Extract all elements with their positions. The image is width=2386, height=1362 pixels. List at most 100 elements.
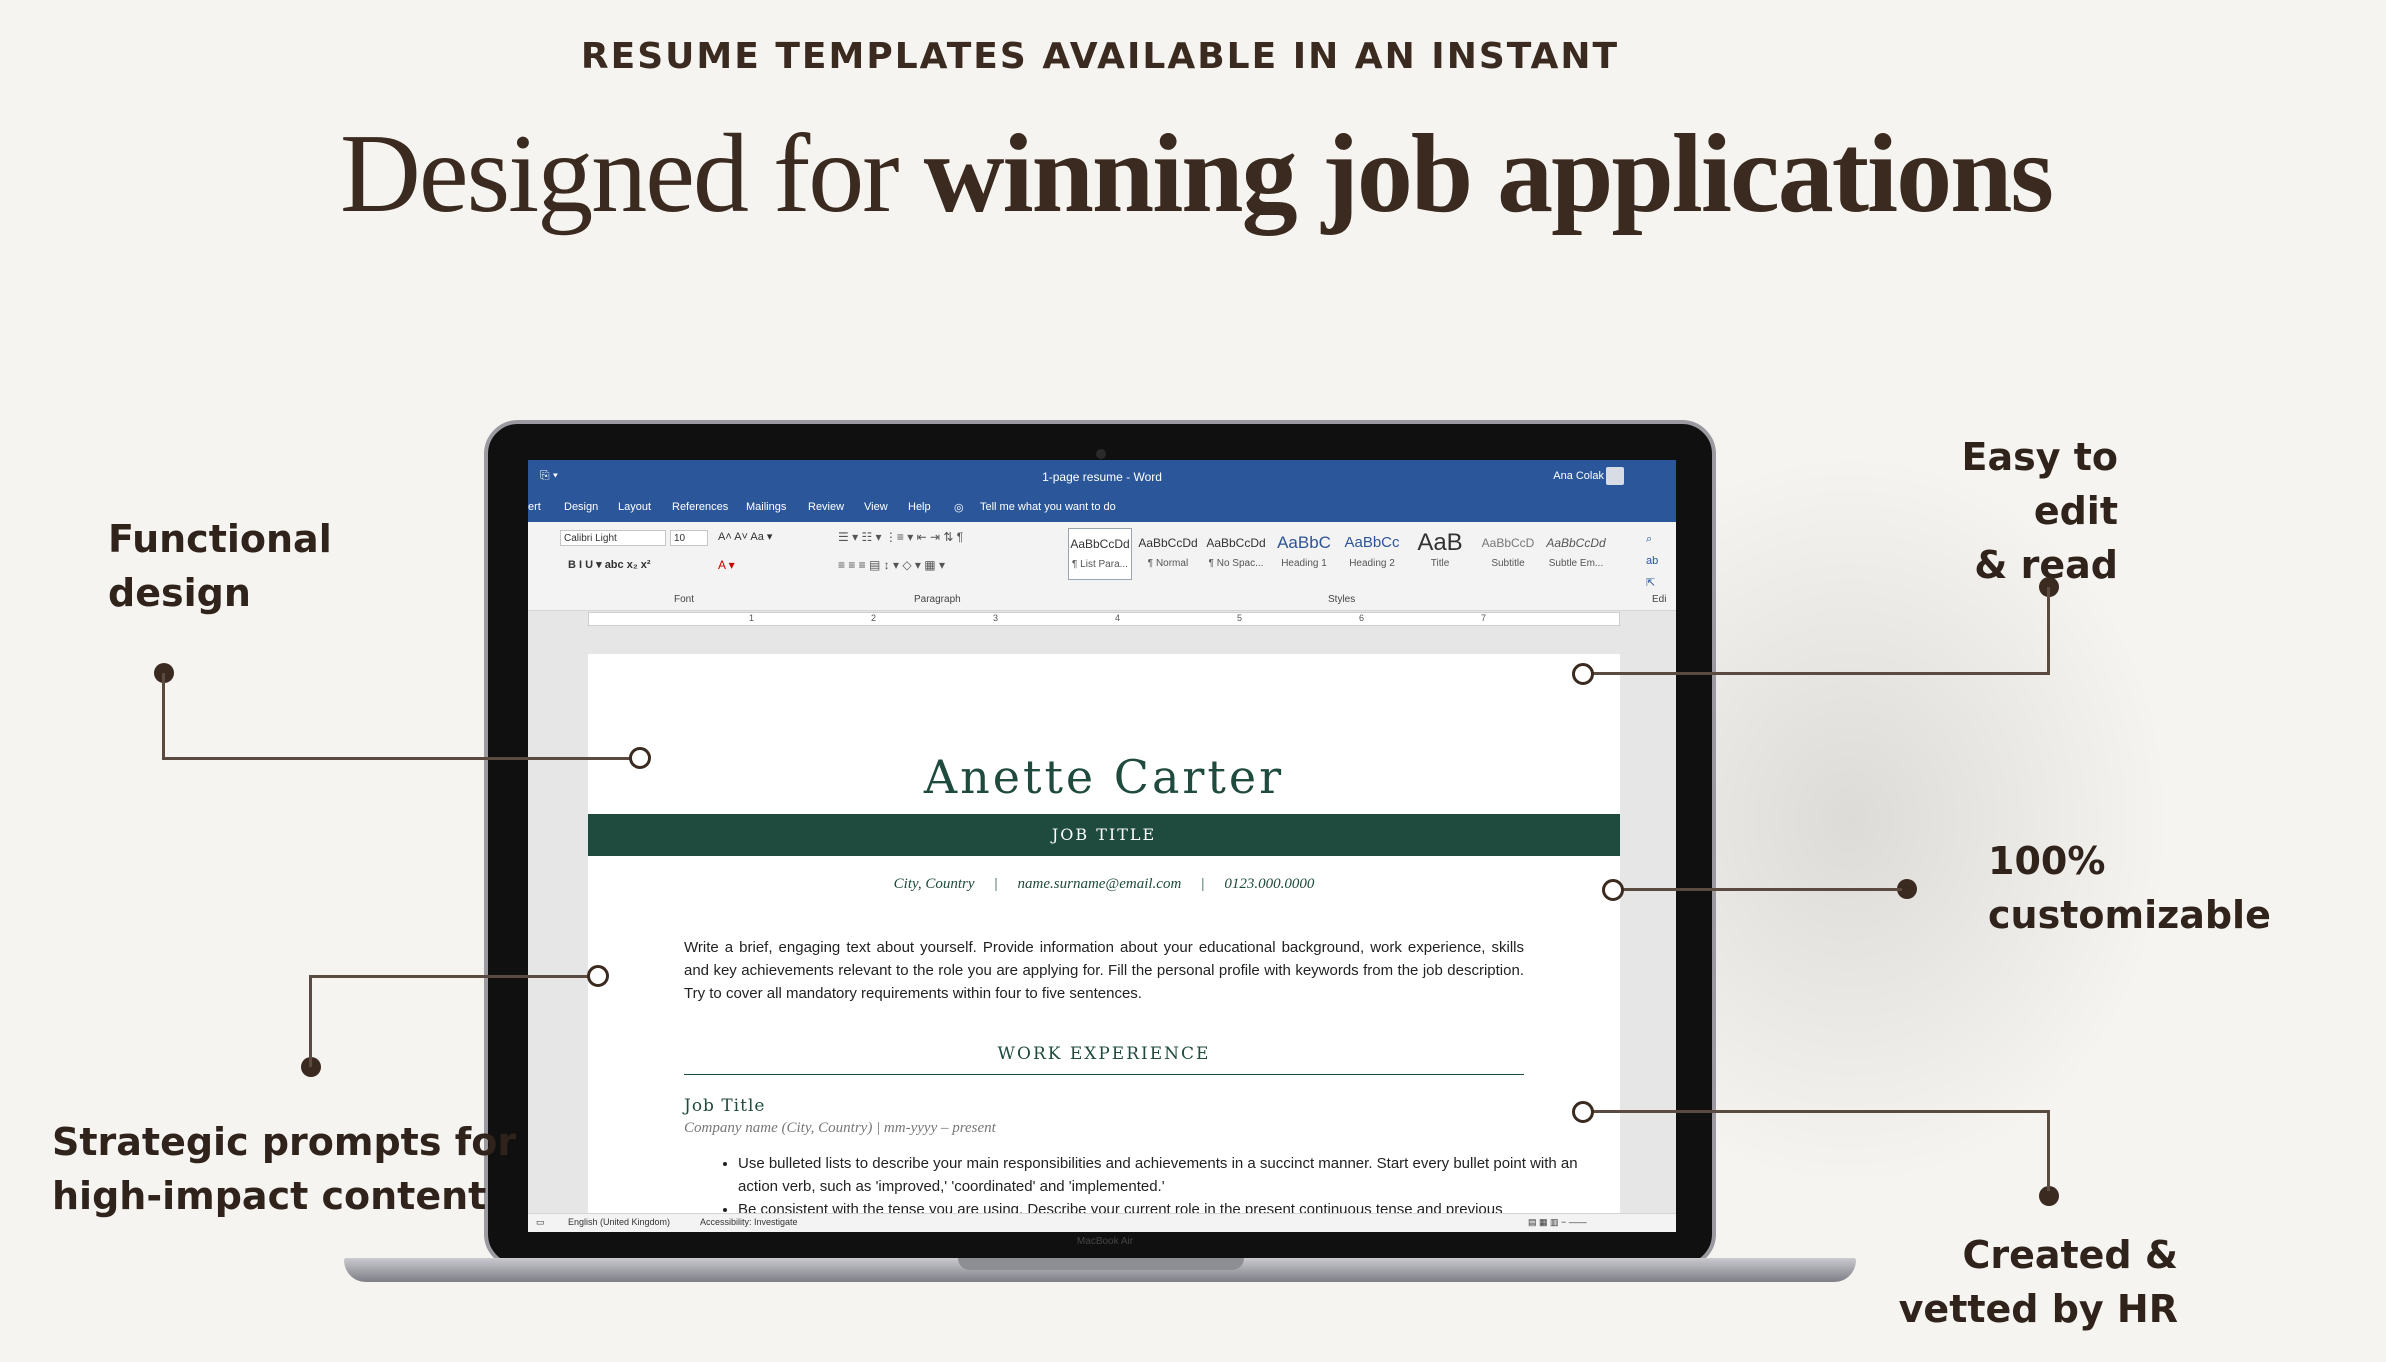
headline-bold: winning job applications [923,112,2054,236]
callout-line: Created & [1962,1233,2178,1277]
connector-line [2047,587,2050,673]
callout-customizable: 100% customizable [1988,834,2271,942]
style-sample: AaBbCcD [1481,536,1535,550]
ruler[interactable]: 1234567 [588,612,1620,626]
style-sample: AaBbC [1277,533,1331,552]
style-sample: AaBbCcDd [1070,537,1130,551]
tab-insert[interactable]: ert [528,501,541,513]
callout-line: & read [1974,543,2118,587]
style-subtle-emphasis[interactable]: AaBbCcDd Subtle Em... [1544,528,1608,580]
style-sample: AaBbCcDd [1206,536,1266,550]
style-name: Subtitle [1491,558,1525,569]
page-icon[interactable]: ▭ [536,1217,545,1228]
group-paragraph-label: Paragraph [914,594,961,605]
tab-design[interactable]: Design [564,501,598,513]
callout-line: high-impact content [52,1174,487,1218]
style-sample: AaBbCcDd [1546,536,1606,550]
callout-strategic-prompts: Strategic prompts for high-impact content [52,1115,516,1223]
callout-line: Functional [108,517,332,561]
list-item[interactable]: Use bulleted lists to describe your main… [738,1152,1578,1198]
list-buttons-icon[interactable]: ☰ ▾ ☷ ▾ ⋮≡ ▾ ⇤ ⇥ ⇅ ¶ [838,530,963,544]
style-title[interactable]: AaB Title [1408,528,1472,580]
style-sample: AaBbCcDd [1138,536,1198,550]
tab-review[interactable]: Review [808,501,844,513]
laptop-label: MacBook Air [1076,1236,1134,1247]
ribbon-tabs: ert Design Layout References Mailings Re… [528,494,1676,522]
style-name: Heading 2 [1349,558,1395,569]
style-sample: AaB [1417,529,1463,556]
job-title-band[interactable]: JOB TITLE [588,814,1620,856]
style-name: Title [1430,558,1450,569]
avatar[interactable] [1606,467,1624,485]
ribbon: Calibri Light 10 A˄ A˅ Aa ▾ B I U ▾ abc … [528,522,1676,611]
style-list-paragraph[interactable]: AaBbCcDd ¶ List Para... [1068,528,1132,580]
callout-easy-to-edit: Easy to edit & read [1890,430,2119,592]
entry-bullets[interactable]: Use bulleted lists to describe your main… [684,1152,1578,1221]
window-title: 1-page resume - Word [1042,470,1162,484]
callout-line: customizable [1988,893,2271,937]
style-subtitle[interactable]: AaBbCcD Subtitle [1476,528,1540,580]
connector-ring [1572,663,1594,685]
format-buttons-icon[interactable]: B I U ▾ abc x₂ x² [568,558,651,571]
style-name: Subtle Em... [1548,558,1604,569]
tab-references[interactable]: References [672,501,728,513]
group-edit-label: Edi [1652,594,1667,605]
headline: Designed for winning job applications [340,110,2054,239]
callout-line: vetted by HR [1898,1287,2178,1331]
connector-line [1582,672,2050,675]
view-mode-icon[interactable]: ▤ ▦ ▥ − —— [1528,1217,1587,1228]
tab-view[interactable]: View [864,501,888,513]
connector-ring [587,965,609,987]
style-normal[interactable]: AaBbCcDd ¶ Normal [1136,528,1200,580]
align-buttons-icon[interactable]: ≡ ≡ ≡ ▤ ↕ ▾ ◇ ▾ ▦ ▾ [838,558,945,572]
style-heading-2[interactable]: AaBbCc Heading 2 [1340,528,1404,580]
callout-line: design [108,571,251,615]
headline-regular: Designed for [340,112,924,236]
status-language[interactable]: English (United Kingdom) [568,1217,670,1227]
connector-line [309,976,312,1067]
style-heading-1[interactable]: AaBbC Heading 1 [1272,528,1336,580]
find-icon[interactable]: ⌕ ab ⇱ [1646,528,1658,594]
callout-line: Easy to edit [1961,435,2119,533]
section-heading[interactable]: WORK EXPERIENCE [684,1044,1524,1075]
style-name: Heading 1 [1281,558,1327,569]
kicker-text: RESUME TEMPLATES AVAILABLE IN AN INSTANT [580,36,1620,77]
tell-me-search[interactable]: Tell me what you want to do [980,501,1116,513]
camera-icon [1096,449,1106,459]
callout-line: 100% [1988,839,2106,883]
tab-mailings[interactable]: Mailings [746,501,786,513]
font-name-select[interactable]: Calibri Light [560,530,666,546]
callout-line: Strategic prompts for [52,1120,517,1164]
user-name[interactable]: Ana Colak [1553,470,1604,482]
tab-help[interactable]: Help [908,501,931,513]
title-bar: ⎘ ▾ 1-page resume - Word Ana Colak [528,460,1676,494]
resume-name[interactable]: Anette Carter [588,750,1620,804]
contact-phone: 0123.000.0000 [1224,876,1315,892]
font-color-icon[interactable]: A ▾ [718,558,735,572]
contact-line[interactable]: City, Country | name.surname@email.com | 012… [588,876,1620,893]
status-bar: ▭ English (United Kingdom) Accessibility… [528,1213,1676,1232]
group-font-label: Font [674,594,695,605]
connector-line [162,757,642,760]
laptop-notch [958,1258,1244,1270]
styles-gallery: AaBbCcDd ¶ List Para... AaBbCcDd ¶ Normal … [1068,528,1608,584]
style-name: ¶ List Para... [1072,559,1128,570]
connector-ring [1602,879,1624,901]
style-no-spacing[interactable]: AaBbCcDd ¶ No Spac... [1204,528,1268,580]
status-accessibility[interactable]: Accessibility: Investigate [700,1217,798,1227]
style-name: ¶ Normal [1147,558,1189,569]
connector-ring [629,747,651,769]
lightbulb-icon: ◎ [954,502,964,514]
document-page[interactable]: Anette Carter JOB TITLE City, Country | na… [588,654,1620,1218]
entry-title[interactable]: Job Title [684,1096,765,1116]
entry-company[interactable]: Company name (City, Country) | mm-yyyy –… [684,1120,996,1137]
font-size-select[interactable]: 10 [670,530,708,546]
contact-email: name.surname@email.com [1017,876,1182,892]
group-styles-label: Styles [1328,594,1356,605]
tab-layout[interactable]: Layout [618,501,651,513]
style-name: ¶ No Spac... [1208,558,1264,569]
connector-line [162,673,165,759]
font-size-controls-icon[interactable]: A˄ A˅ Aa ▾ [718,530,772,543]
profile-summary[interactable]: Write a brief, engaging text about yours… [684,936,1524,1005]
contact-city: City, Country [893,876,975,892]
